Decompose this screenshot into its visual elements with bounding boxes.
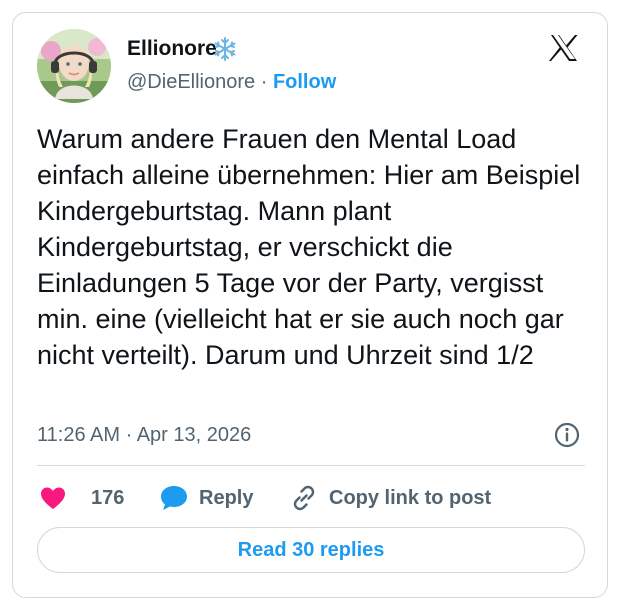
like-button[interactable]: 176 [39,483,124,513]
reply-button[interactable]: Reply [159,483,253,513]
tweet-text: Warum andere Frauen den Mental Load einf… [37,124,581,370]
read-replies-button[interactable]: Read 30 replies [37,527,585,573]
tweet-timestamp[interactable]: 11:26 AM · Apr 13, 2026 [37,424,251,447]
info-icon[interactable] [553,421,581,449]
handle-row: @DieEllionore · Follow [127,71,336,94]
handle-separator: · [260,71,268,93]
copy-link-label: Copy link to post [329,486,492,509]
reply-bubble-icon [161,486,187,510]
tweet-card: Ellionore @DieEllionore · Follow Warum a… [12,12,608,598]
avatar[interactable] [37,29,111,103]
tweet-date: Apr 13, 2026 [136,424,252,446]
snowflake-icon [214,37,236,61]
avatar-image [37,29,111,103]
meta-separator: · [125,424,133,446]
link-icon [293,485,315,511]
author-name[interactable]: Ellionore [127,37,217,61]
like-count: 176 [91,486,125,509]
reply-label: Reply [199,486,254,509]
divider [37,465,585,466]
follow-link[interactable]: Follow [273,71,336,93]
author-handle[interactable]: @DieEllionore [127,71,255,93]
tweet-time: 11:26 AM [37,424,121,446]
heart-icon [41,487,65,509]
copy-link-button[interactable]: Copy link to post [289,483,491,513]
x-logo-icon[interactable] [549,33,579,63]
